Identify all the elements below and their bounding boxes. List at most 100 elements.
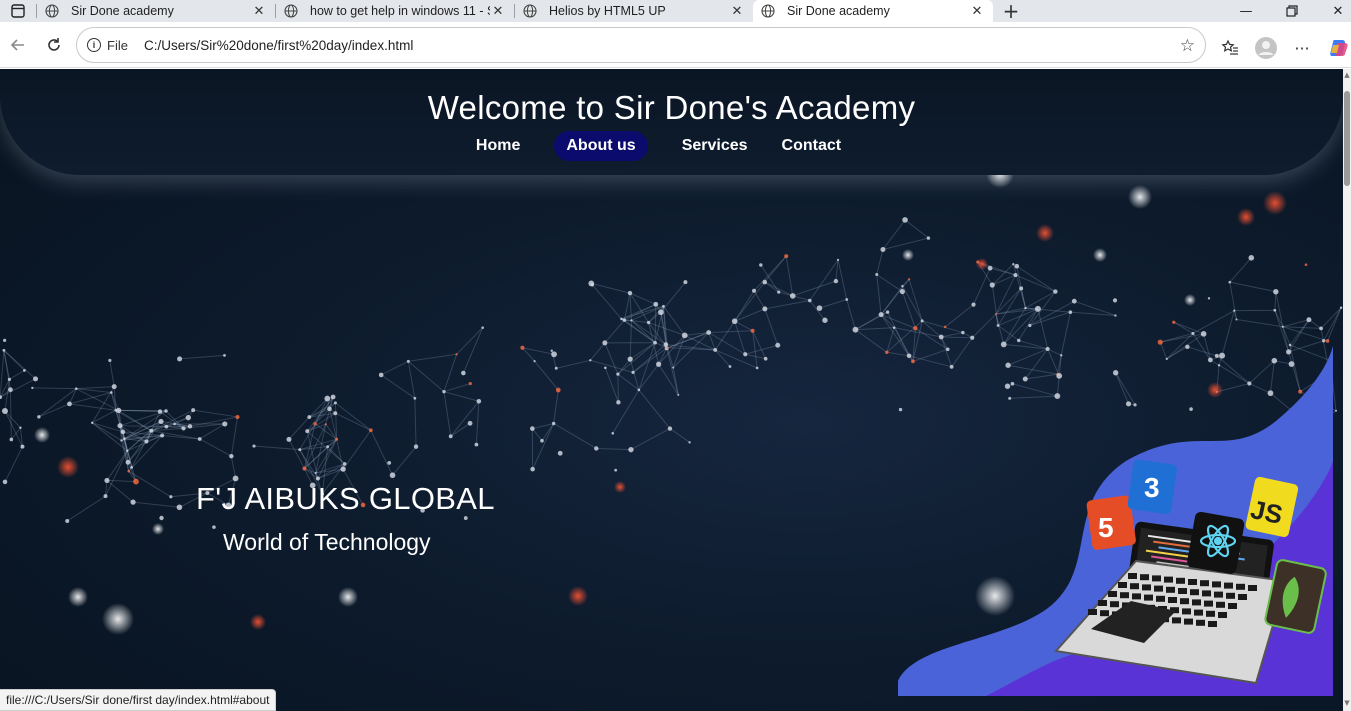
- network-node: [9, 437, 14, 442]
- network-node: [943, 325, 947, 329]
- scrollbar-thumb[interactable]: [1344, 91, 1350, 186]
- page-scrollbar[interactable]: ▲ ▼: [1343, 69, 1351, 711]
- keyboard-key: [1196, 619, 1205, 626]
- bokeh-light: [1237, 208, 1255, 226]
- scroll-down-icon[interactable]: ▼: [1343, 699, 1351, 709]
- network-node: [1024, 306, 1027, 310]
- network-line: [288, 416, 310, 440]
- close-tab-icon[interactable]: ✕: [729, 3, 745, 19]
- network-node: [1273, 308, 1277, 312]
- network-node: [533, 360, 536, 363]
- network-node: [191, 408, 196, 413]
- network-line: [456, 327, 484, 355]
- network-node: [677, 393, 680, 396]
- network-line: [336, 439, 344, 470]
- nav-home-link[interactable]: Home: [464, 131, 532, 161]
- tab-actions-button[interactable]: [0, 0, 36, 22]
- more-menu-button[interactable]: ···: [1287, 33, 1317, 63]
- network-line: [629, 320, 632, 360]
- nav-contact-link[interactable]: Contact: [770, 131, 854, 161]
- browser-tab[interactable]: Helios by HTML5 UP ✕: [515, 0, 753, 22]
- network-node: [602, 340, 608, 346]
- close-tab-icon[interactable]: ✕: [251, 3, 267, 19]
- new-tab-button[interactable]: +: [997, 0, 1025, 23]
- network-line: [604, 342, 619, 375]
- network-node: [302, 466, 307, 471]
- network-node: [989, 282, 995, 288]
- network-node: [468, 381, 472, 386]
- network-node: [474, 442, 479, 447]
- hero-title: F'J AIBUKS GLOBAL: [196, 481, 495, 516]
- network-node: [1014, 263, 1020, 269]
- network-node: [667, 426, 673, 431]
- network-node: [185, 414, 192, 421]
- network-line: [1173, 321, 1204, 335]
- network-line: [708, 330, 753, 333]
- network-node: [387, 461, 392, 465]
- network-line: [106, 480, 134, 503]
- network-node: [1235, 318, 1238, 321]
- network-node: [614, 468, 618, 472]
- network-node: [476, 398, 482, 404]
- close-tab-icon[interactable]: ✕: [490, 3, 506, 19]
- keyboard-key: [1192, 599, 1201, 606]
- globe-icon: [284, 4, 298, 18]
- network-node: [987, 265, 993, 271]
- tab-title: Helios by HTML5 UP: [549, 4, 666, 18]
- network-line: [106, 479, 136, 483]
- browser-tab[interactable]: Sir Done academy ✕: [37, 0, 275, 22]
- restore-button[interactable]: [1269, 0, 1315, 22]
- network-node: [1207, 297, 1211, 300]
- network-node: [589, 359, 592, 362]
- network-line: [109, 360, 115, 387]
- url-text[interactable]: C:/Users/Sir%20done/first%20day/index.ht…: [144, 38, 413, 53]
- address-bar[interactable]: i File C:/Users/Sir%20done/first%20day/i…: [76, 27, 1206, 63]
- keyboard-key: [1216, 601, 1225, 608]
- network-line: [904, 219, 929, 239]
- network-line: [380, 374, 416, 399]
- network-line: [1323, 307, 1342, 342]
- network-line: [407, 361, 416, 399]
- bokeh-light: [152, 523, 164, 535]
- favorites-button[interactable]: [1215, 33, 1245, 63]
- network-line: [855, 327, 895, 331]
- network-line: [9, 389, 12, 440]
- network-node: [913, 326, 918, 331]
- reload-button[interactable]: [36, 27, 72, 63]
- browser-tab-active[interactable]: Sir Done academy ✕: [753, 0, 993, 22]
- network-node: [555, 387, 561, 393]
- network-line: [995, 274, 1016, 315]
- close-window-button[interactable]: ✕: [1315, 0, 1351, 22]
- copilot-button[interactable]: [1324, 33, 1351, 63]
- network-node: [878, 312, 884, 318]
- favorite-star-icon[interactable]: ☆: [1180, 36, 1195, 56]
- network-node: [115, 407, 122, 414]
- bokeh-light: [1263, 191, 1287, 215]
- html5-badge-text: 5: [1098, 512, 1114, 543]
- network-node: [158, 418, 164, 425]
- keyboard-key: [1208, 621, 1217, 627]
- network-node: [594, 446, 599, 451]
- network-node: [899, 288, 905, 295]
- info-icon[interactable]: i: [87, 38, 101, 52]
- network-line: [380, 360, 409, 376]
- minimize-button[interactable]: —: [1223, 0, 1269, 22]
- keyboard-key: [1214, 591, 1223, 598]
- network-line: [414, 398, 417, 447]
- close-tab-icon[interactable]: ✕: [969, 3, 985, 19]
- profile-button[interactable]: [1251, 33, 1281, 63]
- network-node: [197, 437, 202, 441]
- site-header: Welcome to Sir Done's Academy Home About…: [0, 69, 1343, 175]
- network-node: [616, 400, 621, 405]
- network-line: [450, 400, 480, 437]
- back-button[interactable]: [0, 27, 36, 63]
- network-line: [638, 389, 671, 429]
- keyboard-key: [1128, 573, 1137, 579]
- keyboard-key: [1166, 586, 1175, 593]
- browser-tab[interactable]: how to get help in windows 11 - S ✕: [276, 0, 514, 22]
- scroll-up-icon[interactable]: ▲: [1343, 71, 1351, 81]
- status-bar: file:///C:/Users/Sir done/first day/inde…: [0, 689, 277, 711]
- network-node: [31, 386, 34, 390]
- nav-about-link[interactable]: About us: [554, 131, 648, 161]
- nav-services-link[interactable]: Services: [670, 131, 760, 161]
